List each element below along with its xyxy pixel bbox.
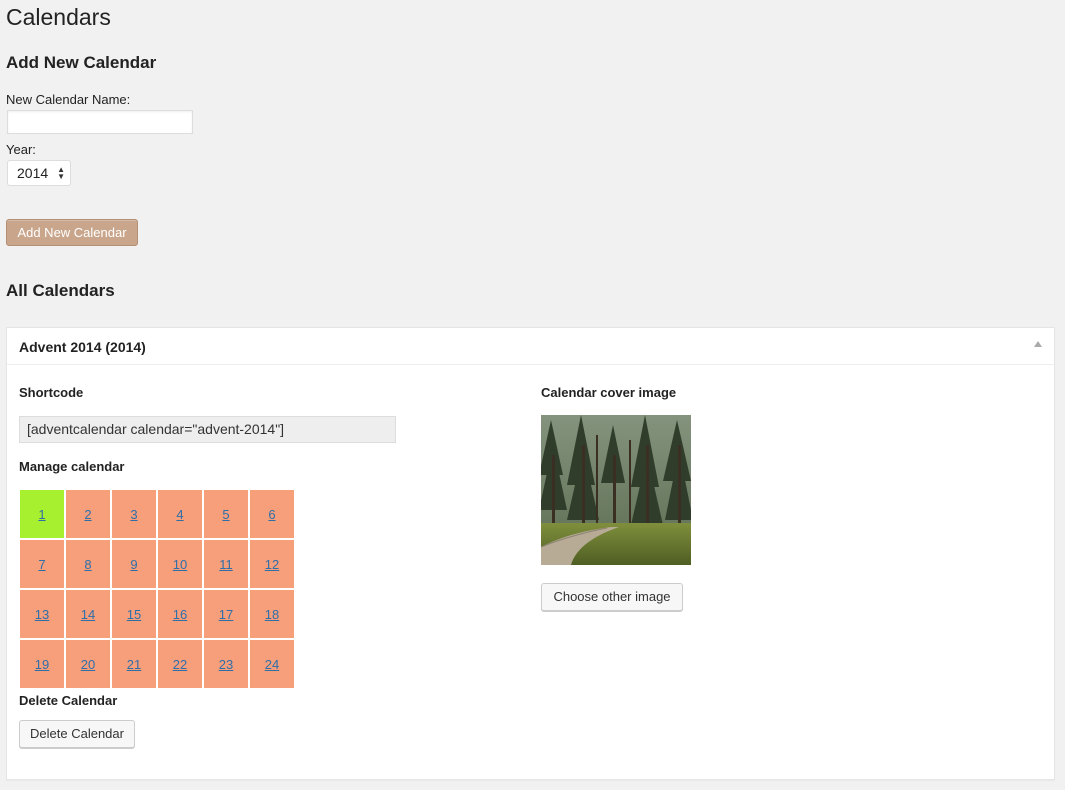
day-link[interactable]: 5 <box>222 507 229 522</box>
shortcode-field[interactable]: [adventcalendar calendar="advent-2014"] <box>19 416 396 443</box>
day-cell: 17 <box>204 590 248 638</box>
day-cell: 14 <box>66 590 110 638</box>
day-link[interactable]: 12 <box>265 557 279 572</box>
day-link[interactable]: 17 <box>219 607 233 622</box>
day-cell: 11 <box>204 540 248 588</box>
day-cell: 16 <box>158 590 202 638</box>
day-cell: 6 <box>250 490 294 538</box>
day-cell: 13 <box>20 590 64 638</box>
calendar-panel-header[interactable]: Advent 2014 (2014) <box>7 328 1054 365</box>
day-link[interactable]: 24 <box>265 657 279 672</box>
add-new-calendar-heading: Add New Calendar <box>6 53 157 72</box>
manage-calendar-label: Manage calendar <box>19 459 125 474</box>
day-cell: 2 <box>66 490 110 538</box>
day-link[interactable]: 6 <box>268 507 275 522</box>
cover-image-label: Calendar cover image <box>541 385 677 400</box>
day-cell: 18 <box>250 590 294 638</box>
cover-image <box>541 415 691 565</box>
day-cell: 19 <box>20 640 64 688</box>
day-link[interactable]: 22 <box>173 657 187 672</box>
day-cell: 15 <box>112 590 156 638</box>
day-link[interactable]: 7 <box>38 557 45 572</box>
day-cell: 22 <box>158 640 202 688</box>
delete-calendar-button[interactable]: Delete Calendar <box>19 720 135 748</box>
day-link[interactable]: 1 <box>38 507 45 522</box>
day-cell: 4 <box>158 490 202 538</box>
day-link[interactable]: 14 <box>81 607 95 622</box>
day-link[interactable]: 21 <box>127 657 141 672</box>
day-link[interactable]: 13 <box>35 607 49 622</box>
shortcode-label: Shortcode <box>19 385 84 400</box>
calendar-name-label: New Calendar Name: <box>6 92 131 107</box>
add-new-calendar-button[interactable]: Add New Calendar <box>6 219 138 246</box>
page-title: Calendars <box>6 4 111 30</box>
day-link[interactable]: 15 <box>127 607 141 622</box>
updown-arrows-icon: ▲ ▼ <box>57 165 65 181</box>
year-select-value: 2014 <box>17 165 49 181</box>
year-select[interactable]: 2014 ▲ ▼ <box>7 160 71 186</box>
day-link[interactable]: 23 <box>219 657 233 672</box>
day-link[interactable]: 8 <box>84 557 91 572</box>
day-link[interactable]: 18 <box>265 607 279 622</box>
day-cell: 7 <box>20 540 64 588</box>
day-link[interactable]: 10 <box>173 557 187 572</box>
day-cell: 23 <box>204 640 248 688</box>
day-link[interactable]: 4 <box>176 507 183 522</box>
day-link[interactable]: 16 <box>173 607 187 622</box>
day-cell: 3 <box>112 490 156 538</box>
day-cell: 5 <box>204 490 248 538</box>
day-cell: 9 <box>112 540 156 588</box>
day-cell: 10 <box>158 540 202 588</box>
day-cell: 1 <box>20 490 64 538</box>
day-cell: 24 <box>250 640 294 688</box>
day-link[interactable]: 19 <box>35 657 49 672</box>
day-grid: 1 2 3 4 5 6 7 8 9 10 11 12 13 14 15 16 17 18 19 20 21 22 23 24 <box>20 490 296 688</box>
calendar-panel: Advent 2014 (2014) Shortcode [adventcale… <box>6 327 1055 780</box>
year-label: Year: <box>6 142 36 157</box>
day-cell: 21 <box>112 640 156 688</box>
triangle-up-icon[interactable] <box>1034 341 1042 347</box>
day-cell: 20 <box>66 640 110 688</box>
calendar-panel-title: Advent 2014 (2014) <box>19 339 146 355</box>
day-link[interactable]: 3 <box>130 507 137 522</box>
day-cell: 12 <box>250 540 294 588</box>
day-link[interactable]: 11 <box>219 557 233 572</box>
day-link[interactable]: 2 <box>84 507 91 522</box>
delete-calendar-label: Delete Calendar <box>19 693 118 708</box>
calendar-name-input[interactable] <box>7 110 193 134</box>
day-cell: 8 <box>66 540 110 588</box>
day-link[interactable]: 20 <box>81 657 95 672</box>
all-calendars-heading: All Calendars <box>6 281 115 300</box>
choose-other-image-button[interactable]: Choose other image <box>541 583 683 611</box>
day-link[interactable]: 9 <box>130 557 137 572</box>
